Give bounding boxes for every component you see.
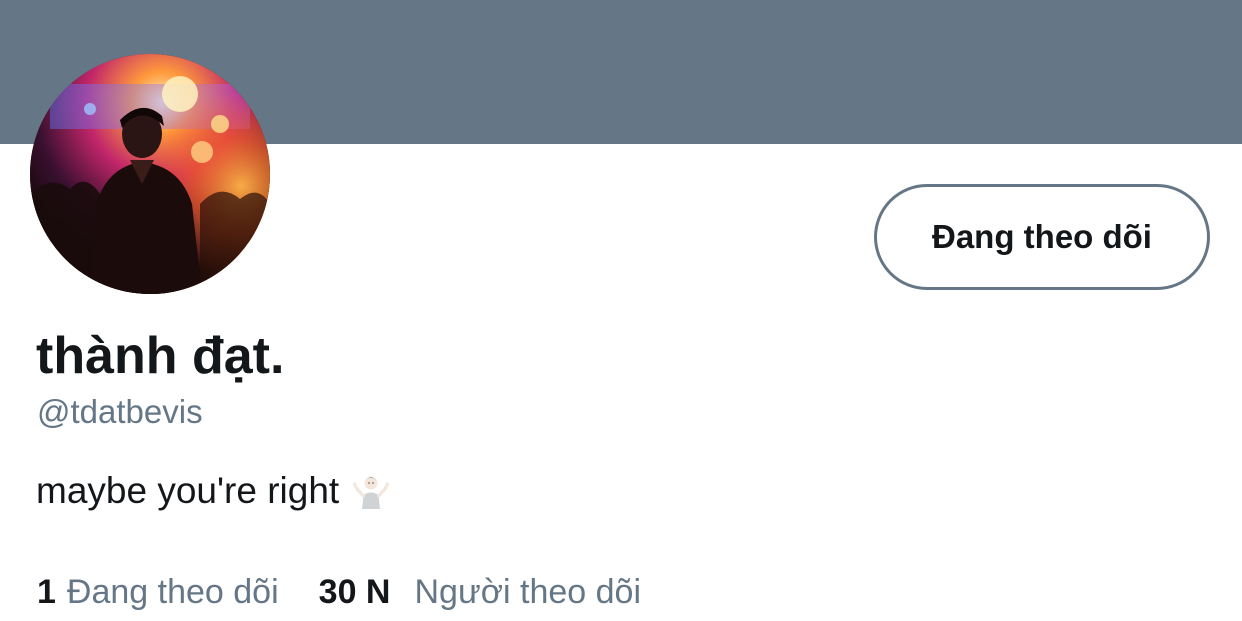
followers-label: Người theo dõi <box>414 573 641 611</box>
bio-text: maybe you're right <box>36 470 340 511</box>
profile-page: Đang theo dõi thành đạt. @tdatbevis mayb… <box>0 0 1242 621</box>
following-count: 1 <box>37 573 56 611</box>
profile-bio: maybe you're right <box>36 468 391 514</box>
profile-handle: @tdatbevis <box>37 393 203 430</box>
following-label: Đang theo dõi <box>66 573 279 611</box>
followers-count: 30 N <box>318 573 391 611</box>
followers-stat-link[interactable]: 30 N Người theo dõi <box>319 570 641 614</box>
following-button[interactable]: Đang theo dõi <box>874 184 1210 290</box>
avatar[interactable] <box>30 54 270 294</box>
following-stat-link[interactable]: 1 Đang theo dõi <box>37 570 279 614</box>
shrug-emoji-icon <box>351 471 391 511</box>
profile-stats: 1 Đang theo dõi 30 N Người theo dõi <box>37 570 641 614</box>
profile-display-name: thành đạt. <box>36 327 285 385</box>
avatar-photo <box>30 54 270 294</box>
